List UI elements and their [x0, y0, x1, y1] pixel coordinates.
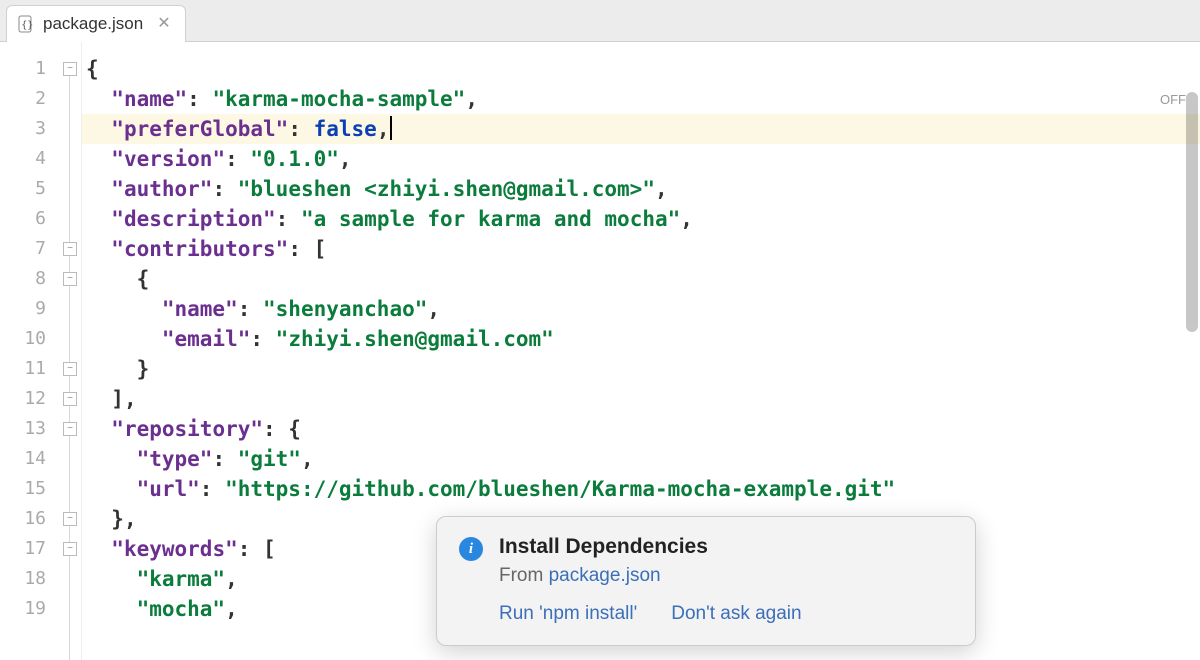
line-number: 16 — [0, 504, 46, 534]
code-line[interactable]: "url": "https://github.com/blueshen/Karm… — [82, 474, 1200, 504]
code-line[interactable]: ], — [82, 384, 1200, 414]
popup-from-file: package.json — [549, 565, 661, 586]
info-icon: i — [459, 537, 483, 561]
line-number: 19 — [0, 594, 46, 624]
code-line[interactable]: "preferGlobal": false, — [82, 114, 1200, 144]
fold-toggle-icon[interactable]: − — [63, 392, 77, 406]
line-number: 7 — [0, 234, 46, 264]
line-number: 4 — [0, 144, 46, 174]
tab-bar: {} package.json ✕ — [0, 0, 1200, 42]
fold-toggle-icon[interactable]: − — [63, 422, 77, 436]
code-line[interactable]: "contributors": [ — [82, 234, 1200, 264]
fold-gutter: − − − − − − − − — [58, 42, 82, 660]
line-number: 15 — [0, 474, 46, 504]
line-number: 5 — [0, 174, 46, 204]
code-line[interactable]: "author": "blueshen <zhiyi.shen@gmail.co… — [82, 174, 1200, 204]
line-number-gutter: 12345678910111213141516171819 — [0, 42, 58, 660]
code-line[interactable]: "type": "git", — [82, 444, 1200, 474]
close-tab-icon[interactable]: ✕ — [157, 16, 170, 32]
line-number: 6 — [0, 204, 46, 234]
code-line[interactable]: "name": "shenyanchao", — [82, 294, 1200, 324]
code-line[interactable]: "version": "0.1.0", — [82, 144, 1200, 174]
line-number: 18 — [0, 564, 46, 594]
code-line[interactable]: } — [82, 354, 1200, 384]
code-line[interactable]: { — [82, 54, 1200, 84]
svg-text:{}: {} — [21, 20, 33, 31]
editor-tab[interactable]: {} package.json ✕ — [6, 5, 186, 42]
scrollbar-thumb[interactable] — [1186, 92, 1198, 332]
fold-toggle-icon[interactable]: − — [63, 542, 77, 556]
code-line[interactable]: "email": "zhiyi.shen@gmail.com" — [82, 324, 1200, 354]
inspection-badge[interactable]: OFF — [1160, 92, 1186, 107]
json-file-icon: {} — [17, 15, 35, 33]
fold-toggle-icon[interactable]: − — [63, 362, 77, 376]
dont-ask-again-link[interactable]: Don't ask again — [671, 603, 801, 625]
line-number: 9 — [0, 294, 46, 324]
line-number: 13 — [0, 414, 46, 444]
line-number: 14 — [0, 444, 46, 474]
line-number: 17 — [0, 534, 46, 564]
line-number: 12 — [0, 384, 46, 414]
line-number: 8 — [0, 264, 46, 294]
code-line[interactable]: { — [82, 264, 1200, 294]
code-line[interactable]: "name": "karma-mocha-sample", — [82, 84, 1200, 114]
fold-toggle-icon[interactable]: − — [63, 272, 77, 286]
popup-body: Install Dependencies From package.json R… — [499, 535, 953, 625]
fold-toggle-icon[interactable]: − — [63, 512, 77, 526]
fold-toggle-icon[interactable]: − — [63, 62, 77, 76]
tab-filename: package.json — [43, 14, 143, 34]
line-number: 10 — [0, 324, 46, 354]
fold-toggle-icon[interactable]: − — [63, 242, 77, 256]
popup-actions: Run 'npm install' Don't ask again — [499, 603, 953, 625]
line-number: 1 — [0, 54, 46, 84]
install-dependencies-popup: i Install Dependencies From package.json… — [436, 516, 976, 646]
code-line[interactable]: "description": "a sample for karma and m… — [82, 204, 1200, 234]
line-number: 2 — [0, 84, 46, 114]
code-line[interactable]: "repository": { — [82, 414, 1200, 444]
popup-subtitle: From package.json — [499, 565, 953, 587]
run-npm-install-link[interactable]: Run 'npm install' — [499, 603, 637, 625]
popup-from-prefix: From — [499, 565, 549, 586]
popup-title: Install Dependencies — [499, 535, 953, 559]
line-number: 3 — [0, 114, 46, 144]
line-number: 11 — [0, 354, 46, 384]
